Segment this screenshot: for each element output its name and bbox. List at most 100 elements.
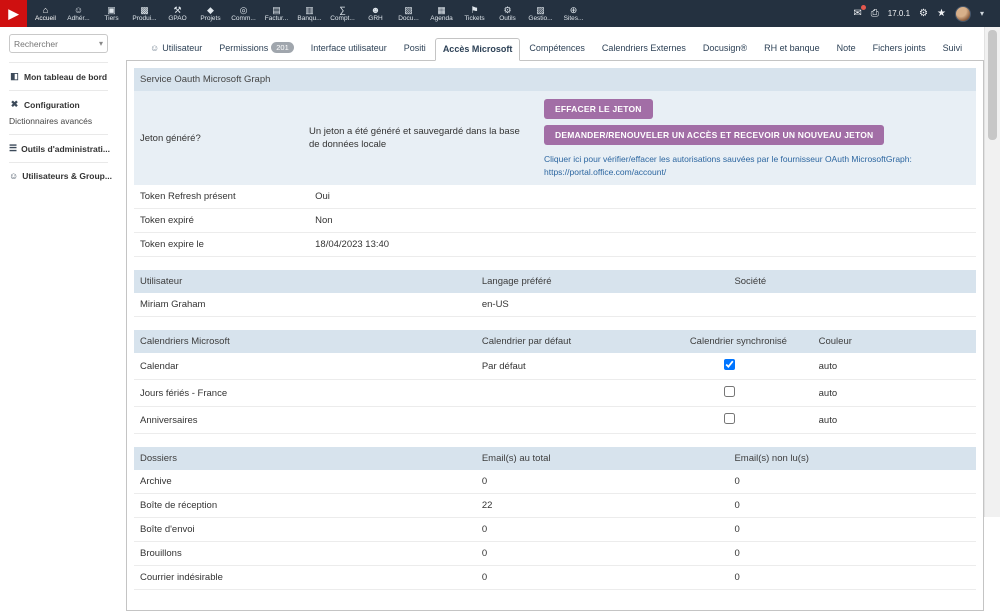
main-menu: ⌂ Accueil ☺ Adhér... ▣ Tiers ▩ Produi...… xyxy=(29,0,590,27)
folder-name: Brouillons xyxy=(134,542,476,566)
print-icon[interactable]: ⎙ xyxy=(871,8,879,19)
menu-item-banque[interactable]: ▥ Banqu... xyxy=(293,0,326,27)
menu-label: GPAO xyxy=(168,15,186,23)
token-row-label: Token expiré xyxy=(134,209,309,233)
dms-icon: ▨ xyxy=(536,5,545,15)
sidebar-group-admin-tools: ☰ Outils d'administrati... xyxy=(9,134,108,162)
menu-item-tiers[interactable]: ▣ Tiers xyxy=(95,0,128,27)
folders-table: Dossiers Email(s) au total Email(s) non … xyxy=(134,447,976,590)
calendar-sync-checkbox[interactable] xyxy=(724,386,735,397)
menu-item-accueil[interactable]: ⌂ Accueil xyxy=(29,0,62,27)
folder-name: Boîte d'envoi xyxy=(134,518,476,542)
clear-token-button[interactable]: EFFACER LE JETON xyxy=(544,99,653,119)
documents-icon: ▧ xyxy=(404,5,413,15)
vertical-scrollbar[interactable] xyxy=(984,27,1000,517)
menu-item-grh[interactable]: ☻ GRH xyxy=(359,0,392,27)
calendar-name: Anniversaires xyxy=(134,407,476,434)
tab-calendriers-externes[interactable]: Calendriers Externes xyxy=(594,37,694,60)
search-caret-icon[interactable]: ▾ xyxy=(99,39,103,48)
menu-label: Agenda xyxy=(430,15,452,23)
dolibarr-logo[interactable]: ▶ xyxy=(0,0,27,27)
tab-position[interactable]: Positi xyxy=(396,37,434,60)
setup-icon: ✖ xyxy=(9,99,20,110)
sidebar-item-dashboard[interactable]: ◧ Mon tableau de bord xyxy=(9,67,108,86)
topbar: ▶ ⌂ Accueil ☺ Adhér... ▣ Tiers ▩ Produi.… xyxy=(0,0,1000,27)
token-row-value: Non xyxy=(309,209,976,233)
menu-label: GRH xyxy=(368,15,382,23)
sidebar-item-configuration[interactable]: ✖ Configuration xyxy=(9,95,108,114)
menu-item-sites[interactable]: ⊕ Sites... xyxy=(557,0,590,27)
menu-item-produits[interactable]: ▩ Produi... xyxy=(128,0,161,27)
menu-label: Produi... xyxy=(132,15,156,23)
calendar-sync-checkbox[interactable] xyxy=(724,359,735,370)
scrollbar-thumb[interactable] xyxy=(988,30,997,140)
folder-unread: 0 xyxy=(728,542,976,566)
table-row: Miriam Graham en-US xyxy=(134,293,976,317)
menu-item-gpao[interactable]: ⚒ GPAO xyxy=(161,0,194,27)
menu-item-gestion-documents[interactable]: ▨ Gestio... xyxy=(524,0,557,27)
menu-item-agenda[interactable]: ▦ Agenda xyxy=(425,0,458,27)
folder-total: 22 xyxy=(476,494,729,518)
sidebar-item-label: Utilisateurs & Group... xyxy=(22,171,112,181)
tab-permissions[interactable]: Permissions 201 xyxy=(211,36,302,60)
tab-fichiers-joints[interactable]: Fichers joints xyxy=(865,37,934,60)
folder-unread: 0 xyxy=(728,470,976,494)
menu-label: Accueil xyxy=(35,15,56,23)
menu-item-documents[interactable]: ▧ Docu... xyxy=(392,0,425,27)
column-header: Email(s) non lu(s) xyxy=(728,447,976,470)
search-input[interactable] xyxy=(14,39,90,49)
column-header: Calendriers Microsoft xyxy=(134,330,476,353)
accounting-icon: ∑ xyxy=(339,5,345,15)
tab-utilisateur[interactable]: ☺ Utilisateur xyxy=(142,37,210,60)
tab-rh-et-banque[interactable]: RH et banque xyxy=(756,37,828,60)
calendar-default: Par défaut xyxy=(476,353,684,380)
sidebar-group-configuration: ✖ Configuration Dictionnaires avancés xyxy=(9,90,108,134)
oauth-provider-link[interactable]: https://portal.office.com/account/ xyxy=(544,166,970,179)
home-icon: ⌂ xyxy=(43,5,48,15)
renew-token-button[interactable]: DEMANDER/RENOUVELER UN ACCÈS ET RECEVOIR… xyxy=(544,125,884,145)
menu-item-commerce[interactable]: ◎ Comm... xyxy=(227,0,260,27)
user-icon: ☺ xyxy=(150,43,159,53)
table-row: Boîte d'envoi 0 0 xyxy=(134,518,976,542)
column-header: Langage préféré xyxy=(476,270,729,293)
menu-label: Gestio... xyxy=(528,15,552,23)
calendar-sync-checkbox[interactable] xyxy=(724,413,735,424)
menu-item-outils[interactable]: ⚙ Outils xyxy=(491,0,524,27)
menu-item-comptabilite[interactable]: ∑ Compt... xyxy=(326,0,359,27)
menu-label: Factur... xyxy=(265,15,288,23)
menu-label: Comm... xyxy=(231,15,256,23)
bookmarks-star-icon[interactable]: ★ xyxy=(937,8,946,19)
column-header: Calendrier par défaut xyxy=(476,330,684,353)
menu-label: Adhér... xyxy=(67,15,89,23)
tab-suivi[interactable]: Suivi xyxy=(935,37,971,60)
tab-note[interactable]: Note xyxy=(829,37,864,60)
tab-docusign[interactable]: Docusign® xyxy=(695,37,755,60)
token-row-label: Token expire le xyxy=(134,233,309,257)
oauth-token-row: Jeton généré? Un jeton a été généré et s… xyxy=(134,91,976,185)
sidebar-group-dashboard: ◧ Mon tableau de bord xyxy=(9,62,108,90)
sidebar-item-admin-tools[interactable]: ☰ Outils d'administrati... xyxy=(9,139,108,158)
folder-name: Boîte de réception xyxy=(134,494,476,518)
menu-label: Projets xyxy=(200,15,220,23)
sidebar-item-label: Outils d'administrati... xyxy=(21,144,110,154)
settings-gear-icon[interactable]: ⚙ xyxy=(919,8,928,19)
menu-item-adherents[interactable]: ☺ Adhér... xyxy=(62,0,95,27)
table-row: Token Refresh présent Oui xyxy=(134,185,976,209)
admin-tools-icon: ☰ xyxy=(9,143,17,154)
tab-acces-microsoft[interactable]: Accès Microsoft xyxy=(435,38,521,61)
tab-competences[interactable]: Compétences xyxy=(521,37,593,60)
notifications-icon[interactable]: ✉ xyxy=(853,8,861,19)
menu-item-projets[interactable]: ◆ Projets xyxy=(194,0,227,27)
menu-item-facturation[interactable]: ▤ Factur... xyxy=(260,0,293,27)
token-generated-text: Un jeton a été généré et sauvegardé dans… xyxy=(309,125,544,152)
menu-item-tickets[interactable]: ⚑ Tickets xyxy=(458,0,491,27)
tab-interface-utilisateur[interactable]: Interface utilisateur xyxy=(303,37,395,60)
sidebar-item-users-groups[interactable]: ☺ Utilisateurs & Group... xyxy=(9,167,108,185)
user-avatar[interactable] xyxy=(955,6,971,22)
folder-unread: 0 xyxy=(728,566,976,590)
chevron-down-icon[interactable]: ▾ xyxy=(980,9,984,18)
hrm-icon: ☻ xyxy=(371,5,380,15)
table-row: Calendar Par défaut auto xyxy=(134,353,976,380)
sidebar-item-dictionaries[interactable]: Dictionnaires avancés xyxy=(9,114,108,130)
products-icon: ▩ xyxy=(140,5,149,15)
